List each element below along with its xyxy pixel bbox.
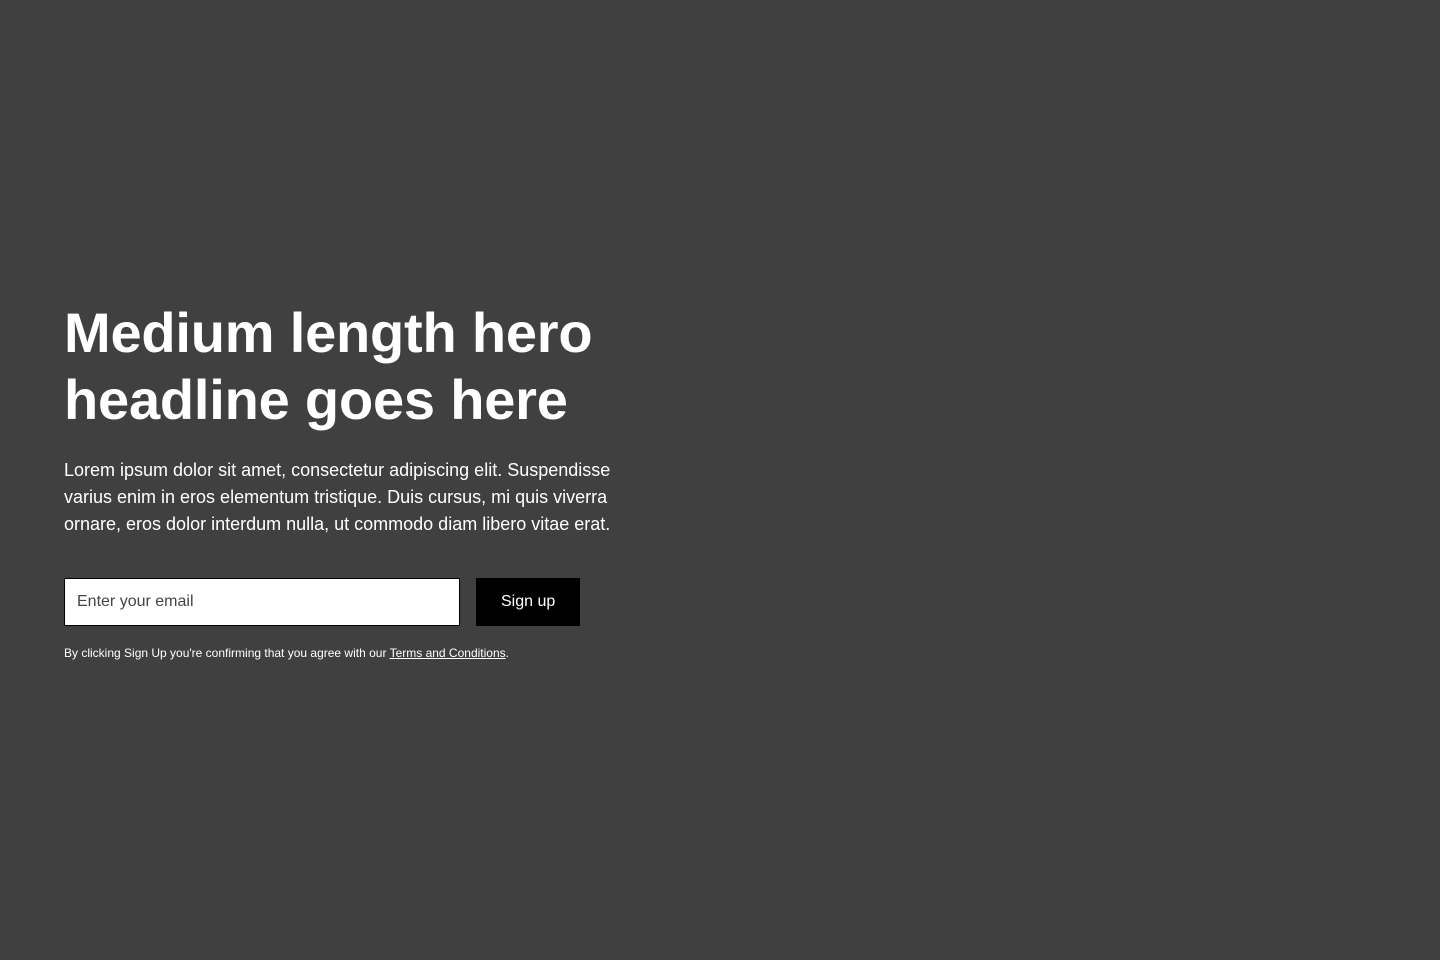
signup-disclaimer: By clicking Sign Up you're confirming th… — [64, 644, 624, 662]
hero-description: Lorem ipsum dolor sit amet, consectetur … — [64, 459, 611, 534]
hero-headline-line-1: Medium length hero — [64, 300, 593, 364]
disclaimer-suffix: . — [505, 645, 509, 660]
terms-and-conditions-link[interactable]: Terms and Conditions — [390, 646, 506, 660]
hero-content: Medium length hero headline goes here Lo… — [64, 299, 624, 662]
hero-section: Medium length hero headline goes here Lo… — [0, 0, 1440, 960]
signup-form: Sign up — [64, 577, 624, 626]
email-input[interactable] — [64, 577, 460, 626]
disclaimer-prefix: By clicking Sign Up you're confirming th… — [64, 645, 390, 660]
hero-headline: Medium length hero headline goes here — [64, 299, 624, 433]
sign-up-button[interactable]: Sign up — [476, 577, 581, 626]
hero-headline-line-2: headline goes here — [64, 367, 568, 431]
